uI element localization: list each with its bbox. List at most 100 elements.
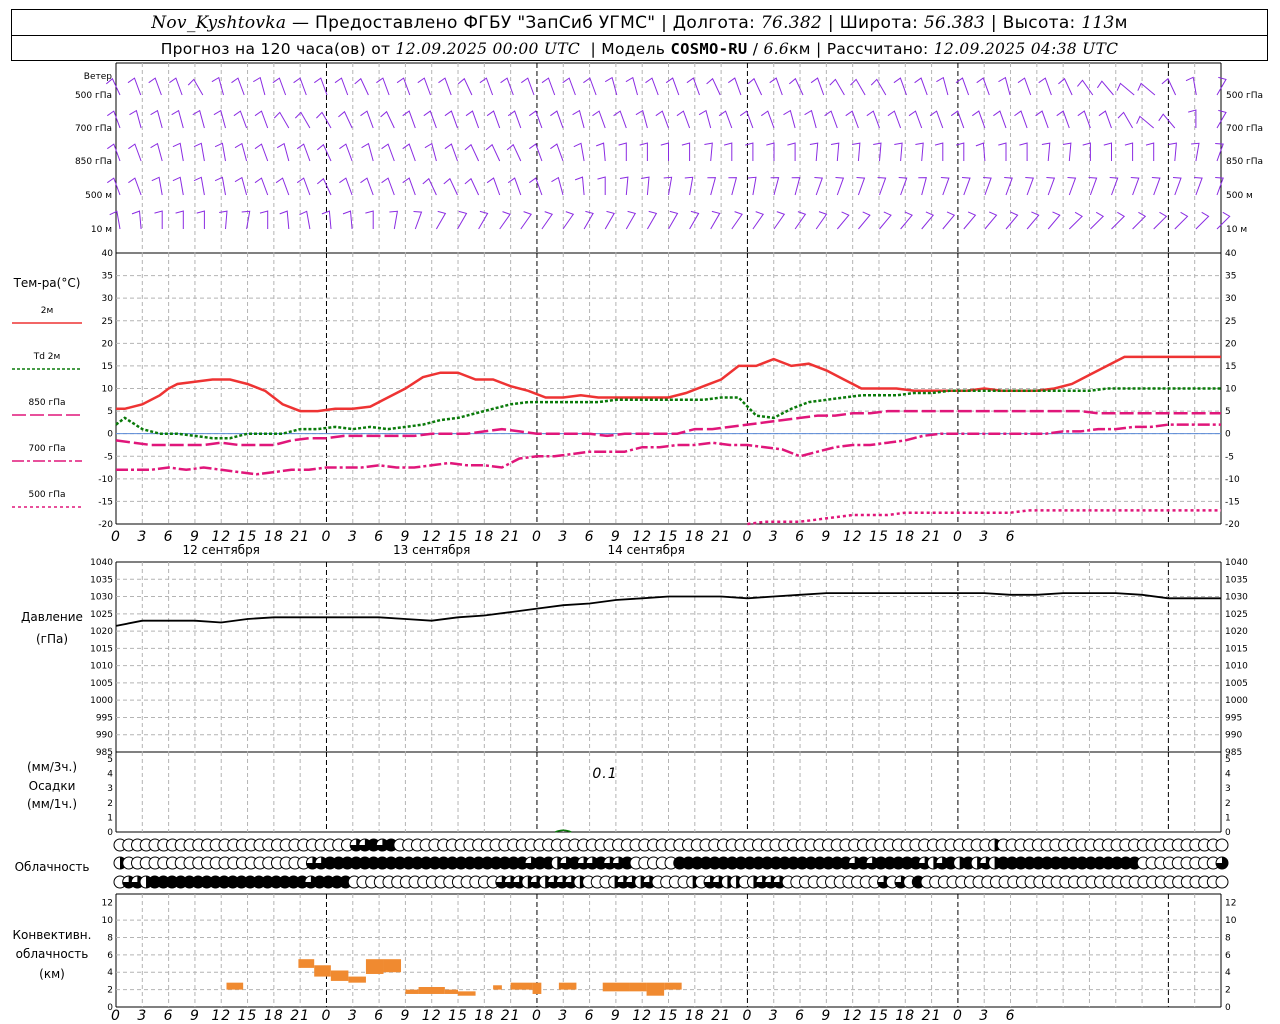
- pressure-ytick-left: 1005: [90, 679, 113, 689]
- temp-ytick-left: -10: [98, 475, 113, 485]
- conv-xtick: 3: [348, 1008, 358, 1024]
- wind-barb: [618, 142, 627, 161]
- wind-barb: [583, 210, 594, 230]
- wind-barb: [361, 142, 374, 162]
- temp-xtick: 3: [348, 529, 358, 545]
- wind-barb: [791, 177, 801, 196]
- conv-xtick: 18: [685, 1008, 705, 1024]
- wind-barb: [131, 210, 142, 230]
- wind-barb: [704, 142, 713, 162]
- wind-barb: [766, 142, 775, 161]
- temp-ytick-left: 0: [107, 430, 113, 440]
- conv-bar: [510, 982, 533, 990]
- temp-ytick-right: 5: [1225, 407, 1231, 417]
- conv-xtick: 21: [501, 1008, 521, 1024]
- wind-barb: [739, 110, 754, 129]
- wind-level-label-right: 10 м: [1226, 225, 1247, 235]
- conv-bar: [493, 985, 502, 990]
- conv-ytick-left: 2: [107, 986, 113, 996]
- wind-barb: [1090, 211, 1105, 230]
- temp-ytick-right: -20: [1225, 520, 1240, 530]
- wind-barb: [172, 176, 184, 196]
- precip-ytick-left: 1: [107, 813, 113, 823]
- conv-xtick: 3: [558, 1008, 568, 1024]
- wind-barb: [520, 211, 532, 230]
- wind-barb: [866, 110, 880, 129]
- wind-barb: [686, 77, 700, 96]
- precip-ytick-right: 2: [1225, 799, 1231, 809]
- wind-barb: [234, 176, 248, 196]
- wind-barb: [562, 211, 575, 230]
- conv-xtick: 3: [769, 1008, 779, 1024]
- wind-barb: [389, 210, 399, 230]
- conv-xtick: 9: [611, 1008, 621, 1024]
- wind-barb: [998, 76, 1011, 96]
- pressure-axis-unit: (гПа): [36, 632, 68, 646]
- conv-bar: [314, 965, 331, 977]
- date-label: 12 сентября: [183, 543, 260, 557]
- wind-barb: [773, 211, 786, 230]
- wind-barb: [1047, 211, 1061, 230]
- conv-ytick-right: 12: [1225, 899, 1236, 909]
- pressure-ytick-left: 1000: [90, 696, 113, 706]
- wind-barb: [984, 211, 998, 230]
- wind-barb: [993, 110, 1007, 129]
- wind-barb: [645, 77, 659, 96]
- precip-unit-3h: (мм/3ч.): [27, 760, 77, 774]
- conv-xtick: 9: [821, 1008, 831, 1024]
- wind-barb: [684, 176, 694, 196]
- wind-barb: [804, 109, 817, 129]
- temp-xtick: 21: [711, 529, 731, 545]
- pressure-ytick-right: 1010: [1225, 662, 1248, 672]
- wind-barb: [485, 143, 501, 162]
- wind-level-label-left: 10 м: [91, 225, 112, 235]
- wind-barb: [1041, 142, 1051, 162]
- wind-barb: [521, 77, 535, 96]
- precip-axis-label: Осадки: [29, 779, 76, 793]
- precip-ytick-right: 0: [1225, 828, 1231, 838]
- temp-ytick-right: 30: [1225, 294, 1237, 304]
- temp-xtick: 0: [532, 529, 542, 545]
- wind-barb: [1136, 115, 1155, 129]
- wind-barb: [1058, 77, 1073, 96]
- wind-barb: [316, 143, 332, 162]
- wind-barb: [900, 211, 913, 230]
- wind-barb: [296, 177, 311, 196]
- wind-barb: [402, 143, 416, 162]
- wind-barb: [592, 110, 606, 129]
- wind-barb: [934, 142, 944, 161]
- precip-ytick-left: 0: [107, 828, 113, 838]
- temp-xtick: 0: [111, 529, 121, 545]
- wind-barb: [150, 142, 163, 162]
- precip-ytick-right: 4: [1225, 770, 1231, 780]
- wind-barb: [635, 109, 648, 129]
- conv-xtick: 12: [211, 1008, 231, 1024]
- legend-label: 850 гПа: [28, 398, 65, 408]
- conv-xtick: 0: [953, 1008, 963, 1024]
- wind-barb: [365, 210, 374, 229]
- cloud-label: Облачность: [15, 860, 90, 874]
- wind-barb: [219, 210, 228, 230]
- conv-ytick-left: 12: [102, 899, 113, 909]
- temp-xtick: 15: [869, 529, 889, 545]
- pressure-ytick-right: 990: [1225, 731, 1242, 741]
- wind-barb: [211, 76, 224, 96]
- conv-xtick: 0: [532, 1008, 542, 1024]
- meteogram: Ветер 500 гПа 500 гПа 700 гПа 700 гПа 850 гПа…: [12, 62, 1263, 1024]
- temp-ytick-right: -15: [1225, 497, 1240, 507]
- wind-barb: [314, 77, 328, 96]
- wind-barb: [500, 77, 514, 96]
- temp-xtick: 18: [474, 529, 494, 545]
- conv-xtick: 0: [322, 1008, 332, 1024]
- conv-xtick: 9: [400, 1008, 410, 1024]
- wind-barb: [479, 77, 494, 96]
- wind-barb: [660, 142, 669, 161]
- wind-barb: [836, 211, 850, 230]
- wind-barb: [193, 142, 205, 162]
- wind-barb: [381, 143, 395, 162]
- wind-barb: [955, 142, 965, 161]
- wind-barb: [573, 142, 585, 162]
- temp-xtick: 3: [769, 529, 779, 545]
- wind-barb: [856, 177, 866, 196]
- wind-barb: [1194, 177, 1203, 196]
